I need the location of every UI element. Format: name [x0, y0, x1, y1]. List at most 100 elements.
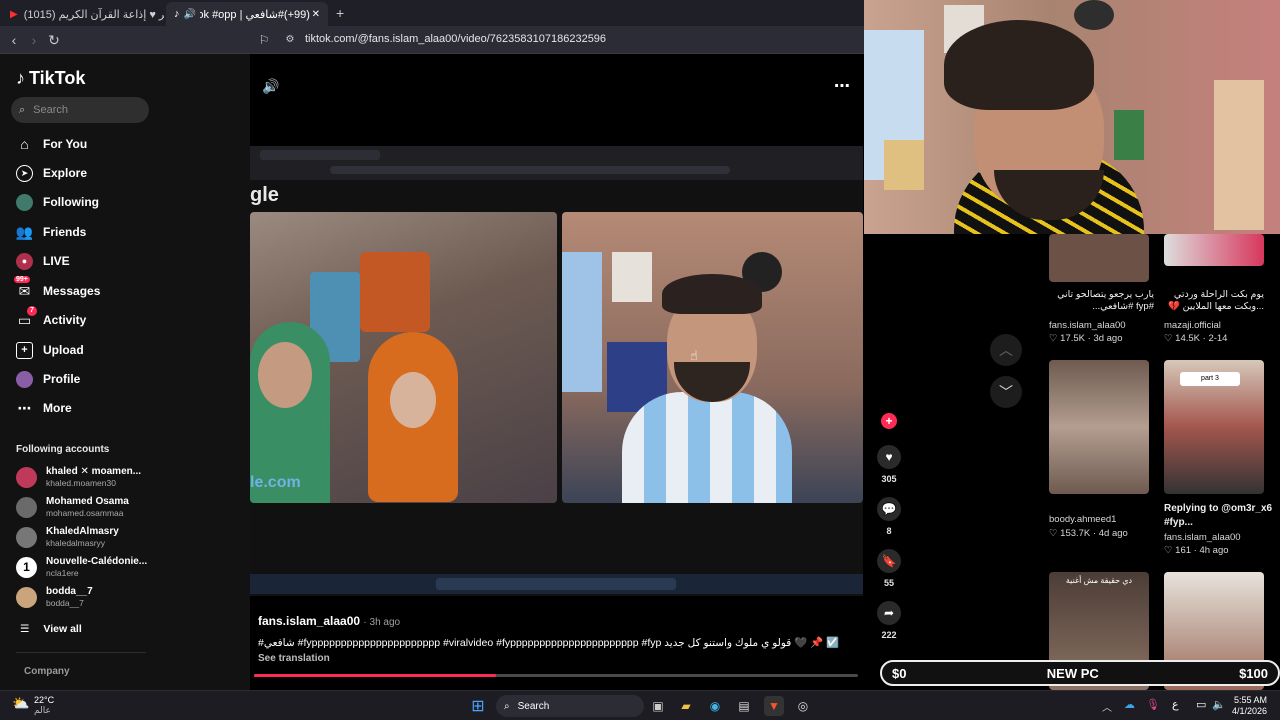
author-name[interactable]: fans.islam_alaa00 [258, 614, 360, 628]
video-caption[interactable]: يارب يرجعو يتصالحو تاني #fyp #شافعي... [1049, 289, 1154, 313]
poster [1214, 80, 1264, 230]
recorded-taskbar-icons [436, 578, 676, 590]
video-thumbnail[interactable] [1164, 234, 1264, 266]
video-thumbnail[interactable]: part 3 [1164, 360, 1264, 494]
account-item[interactable]: Mohamed Osama mohamed.osammaa [16, 493, 129, 521]
nav-upload[interactable]: + Upload [16, 339, 84, 361]
edge-icon[interactable]: ◉ [705, 696, 725, 716]
chevron-up-icon[interactable]: ︿ [1102, 699, 1112, 714]
company-link[interactable]: Company [24, 666, 70, 677]
nav-profile[interactable]: Profile [16, 368, 80, 390]
view-all-link[interactable]: ☰ View all [20, 623, 82, 635]
obs-icon[interactable]: ◎ [793, 696, 813, 716]
video-author[interactable]: fans.islam_alaa00 [1164, 532, 1241, 543]
video-frame[interactable]: gle le.com ☝ [250, 146, 863, 596]
taskbar-search[interactable]: ⌕ Search [496, 695, 644, 717]
browser-tab-tiktok[interactable]: ♪ 🔊 (99+)#شافعي | TikTok #opp... ✕ [166, 2, 328, 26]
volume-tray-icon[interactable]: 🔈 [1212, 698, 1226, 711]
language-indicator[interactable]: ع [1172, 698, 1179, 711]
weather-widget[interactable]: 22°C عالم [34, 695, 54, 715]
search-input[interactable]: ⌕ Search [11, 97, 149, 123]
nav-explore[interactable]: ➤ Explore [16, 162, 87, 184]
reload-icon[interactable]: ↻ [46, 32, 62, 48]
view-all-label: View all [43, 623, 82, 635]
account-handle: khaledalmasryy [46, 538, 106, 548]
nav-more[interactable]: ⋯ More [16, 397, 72, 419]
related-videos-grid: يارب يرجعو يتصالحو تاني #fyp #شافعي... ي… [1040, 234, 1280, 690]
clock[interactable]: 5:55 AM 4/1/2026 [1232, 695, 1267, 717]
poster [884, 140, 924, 190]
thumbnail-label: دي حقيقة مش أغنية [1065, 576, 1133, 585]
store-icon[interactable]: ▤ [734, 696, 754, 716]
scroll-up-button[interactable]: ︿ [990, 334, 1022, 366]
video-progress-bar[interactable] [254, 674, 858, 677]
webcam-feed-left: le.com [250, 212, 557, 503]
bookmark-page-icon[interactable]: ⚐ [256, 32, 272, 48]
video-progress-fill [254, 674, 496, 677]
video-caption[interactable]: يوم بكت الراحلة وردتي ...وبكت معها الملا… [1164, 289, 1264, 313]
nav-messages[interactable]: ✉ 99+ Messages [14, 275, 100, 302]
account-item[interactable]: bodda__7 bodda__7 [16, 583, 93, 611]
task-view-icon[interactable]: ▣ [648, 696, 668, 716]
close-tab-icon[interactable]: ✕ [312, 9, 320, 20]
back-icon[interactable]: ‹ [6, 32, 22, 48]
tab-label: (1015) بث مباشر ♥ إذاعة القرآن الكريم [23, 8, 164, 21]
more-options-icon[interactable]: ⋯ [834, 76, 850, 96]
site-logo-fragment-bottom: le.com [250, 474, 301, 491]
microphone-icon[interactable]: 🎙 [1146, 698, 1160, 711]
forward-icon[interactable]: › [26, 32, 42, 48]
browser-tab-quran[interactable]: ▶ (1015) بث مباشر ♥ إذاعة القرآن الكريم [2, 2, 164, 26]
new-tab-button[interactable]: + [336, 5, 344, 21]
like-count: 14.5K [1175, 333, 1200, 344]
windows-start-icon[interactable]: ⊞ [468, 696, 488, 716]
comment-count: 8 [886, 526, 892, 536]
nav-following[interactable]: Following [16, 191, 99, 213]
cursor-icon: ☝ [690, 348, 698, 363]
comment-icon[interactable]: 💬 [877, 497, 901, 521]
onedrive-icon[interactable]: ☁ [1124, 698, 1135, 711]
video-thumbnail[interactable] [1049, 360, 1149, 494]
nav-label: Upload [43, 343, 84, 357]
see-translation-link[interactable]: See translation [258, 653, 858, 664]
tiktok-logo[interactable]: ♪ TikTok [16, 68, 85, 89]
nav-label: LIVE [43, 254, 70, 268]
nav-live[interactable]: ● LIVE [16, 250, 70, 272]
like-action[interactable]: ♥ 305 [877, 445, 901, 484]
url-field[interactable]: tiktok.com/@fans.islam_alaa00/video/7623… [305, 33, 606, 45]
account-item[interactable]: khaled ✕ moamen... khaled.moamen30 [16, 463, 141, 491]
comment-action[interactable]: 💬 8 [877, 497, 901, 536]
video-caption: fans.islam_alaa00 · 3h ago #شافعي #fyppp… [258, 614, 858, 664]
site-info-icon[interactable]: ⚙ [282, 32, 298, 48]
video-caption[interactable]: Replying to @om3r_x6 #fyp... [1164, 502, 1274, 530]
video-author[interactable]: boody.ahmeed1 [1049, 514, 1116, 525]
nav-for-you[interactable]: ⌂ For You [16, 133, 87, 155]
video-thumbnail[interactable] [1049, 234, 1149, 282]
account-name: khaled ✕ moamen... [46, 466, 142, 477]
heart-icon[interactable]: ♥ [877, 445, 901, 469]
weather-icon[interactable]: ⛅ [12, 695, 29, 712]
youtube-icon: ▶ [10, 8, 18, 20]
nav-activity[interactable]: ▭ 7 Activity [16, 305, 86, 331]
like-count: 153.7K [1060, 528, 1091, 539]
video-author[interactable]: fans.islam_alaa00 · 3h ago [258, 614, 858, 628]
avatar [16, 466, 37, 488]
video-author[interactable]: mazaji.official [1164, 320, 1221, 331]
scroll-down-button[interactable]: ﹀ [990, 376, 1022, 408]
brave-icon[interactable]: ▼ [764, 696, 784, 716]
nav-friends[interactable]: 👥 Friends [16, 221, 87, 243]
like-count: 17.5K [1060, 333, 1085, 344]
video-description: #شافعي #fypppppppppppppppppppppp #viralv… [258, 637, 840, 649]
windows-taskbar: ⛅ 22°C عالم ⊞ ⌕ Search ▣ ▰ ◉ ▤ ▼ ◎ ︿ ☁ 🎙 ع… [0, 690, 1280, 720]
volume-icon[interactable]: 🔊 [262, 78, 279, 95]
file-explorer-icon[interactable]: ▰ [676, 696, 696, 716]
save-action[interactable]: 🔖 55 [877, 549, 901, 588]
share-action[interactable]: ➦ 222 [877, 601, 901, 640]
account-item[interactable]: 1 Nouvelle-Calédonie... ncla1ere [16, 553, 147, 581]
nav-label: Explore [43, 166, 88, 180]
bookmark-icon[interactable]: 🔖 [877, 549, 901, 573]
account-item[interactable]: KhaledAlmasry khaledalmasryy [16, 523, 119, 551]
video-author[interactable]: fans.islam_alaa00 [1049, 320, 1126, 331]
share-icon[interactable]: ➦ [877, 601, 901, 625]
network-icon[interactable]: ▭ [1196, 698, 1206, 711]
follow-plus-button[interactable]: + [881, 413, 897, 429]
